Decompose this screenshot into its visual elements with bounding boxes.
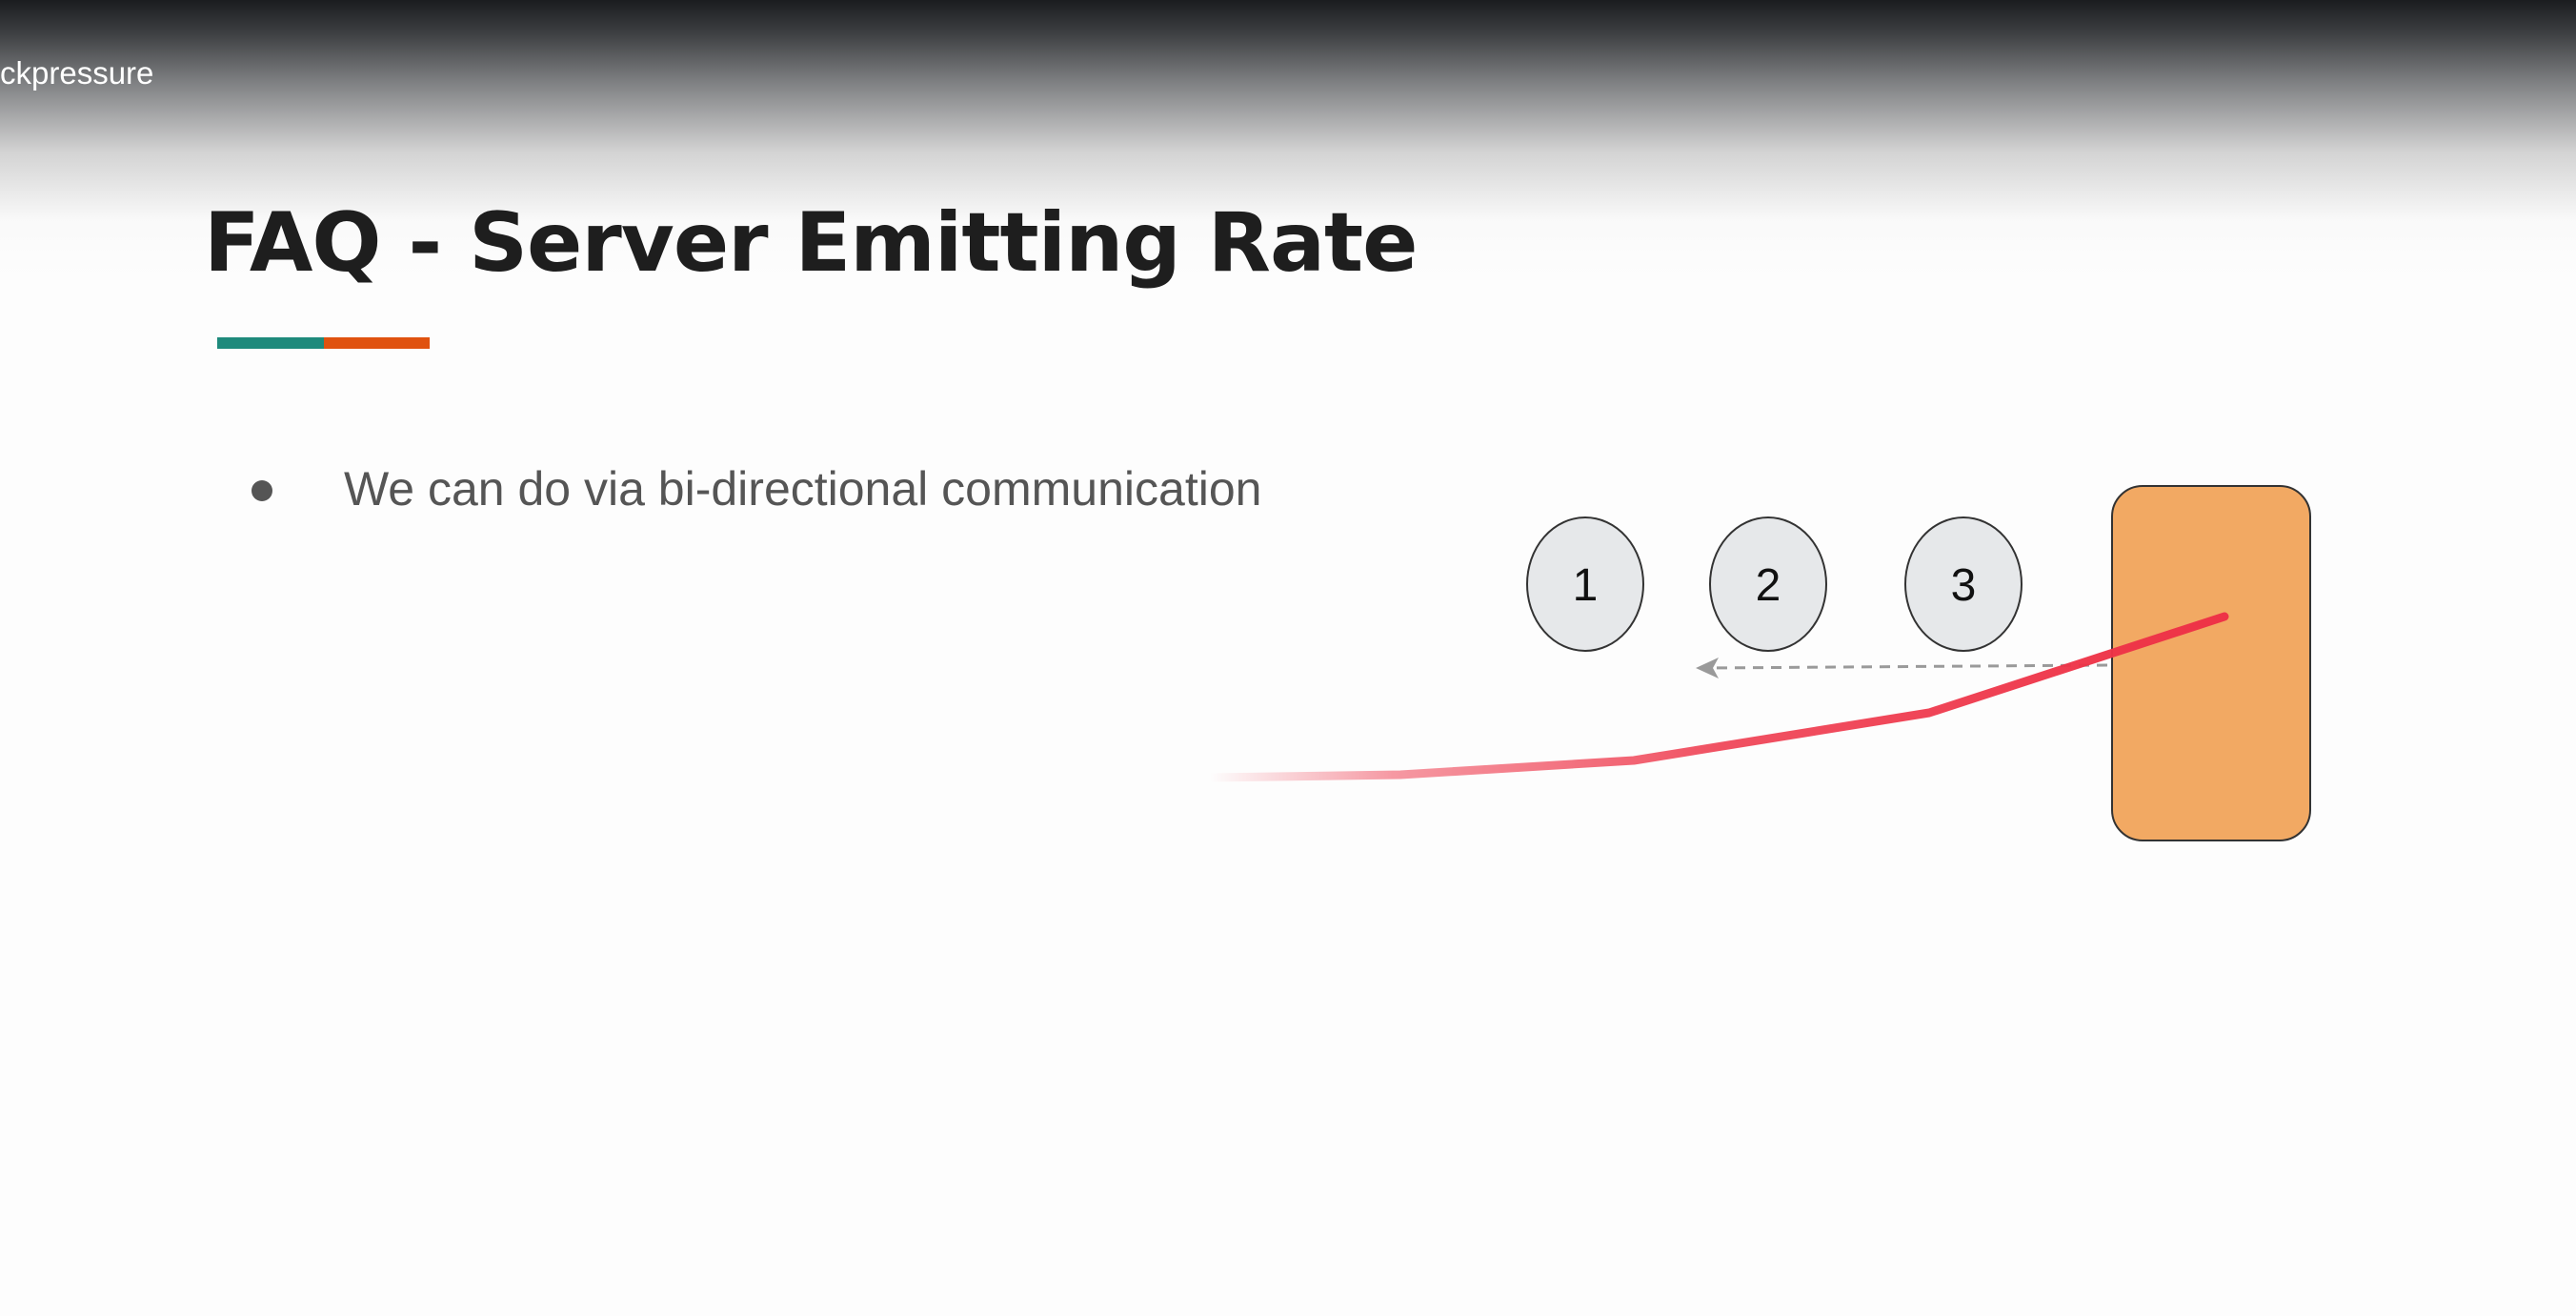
item-2: 2 <box>1709 516 1827 652</box>
item-1: 1 <box>1526 516 1644 652</box>
pen-annotation-stroke <box>1205 612 2229 782</box>
video-title[interactable]: ckpressure <box>0 55 153 91</box>
video-frame: ckpressure FAQ - Server Emitting Rate We… <box>0 0 2576 1316</box>
server-box <box>2111 485 2311 841</box>
item-3: 3 <box>1904 516 2023 652</box>
emit-diagram: 1 2 3 <box>1205 485 2311 841</box>
item-3-label: 3 <box>1951 560 1977 611</box>
item-1-label: 1 <box>1573 560 1599 611</box>
item-2-label: 2 <box>1756 560 1781 611</box>
